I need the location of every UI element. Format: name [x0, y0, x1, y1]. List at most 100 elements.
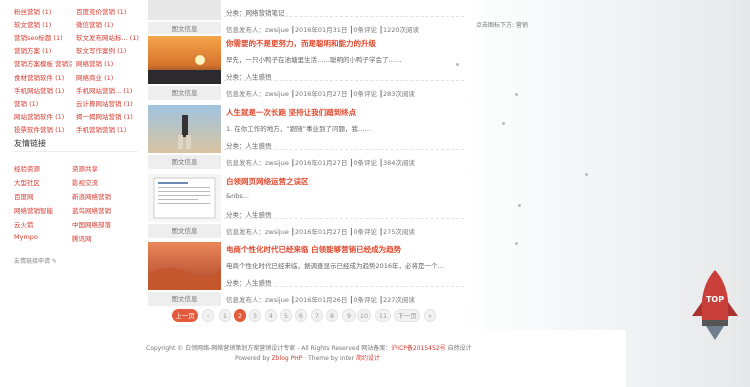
friend-link[interactable]: 云火箭 [14, 219, 34, 229]
tag-link[interactable]: 粉丝营销 (1) [14, 6, 72, 16]
friend-link[interactable]: 资源共享 [72, 163, 98, 173]
sidebar-note: 点击图标下方: 营销 [476, 22, 528, 29]
post-thumbnail[interactable] [148, 174, 221, 222]
tag-link[interactable]: 营销 (1) [14, 98, 72, 108]
tag-link[interactable]: 网站营销软件 (1) [14, 111, 72, 121]
apply-link[interactable]: 友情链接申请 ✎ [14, 256, 57, 265]
divider [14, 151, 138, 152]
post-title[interactable]: 电商个性化时代已经来临 白领能够营销已经成为趋势 [226, 244, 401, 255]
tag-link[interactable]: 网络商业 (1) [76, 72, 144, 82]
tag-link[interactable]: 营销seo标题 (1) [14, 32, 72, 42]
footer-tail: 自然设计 [445, 345, 472, 352]
tag-row: 营销seo标题 (1) 软文发布网站标... (1) [14, 32, 144, 44]
post-title[interactable]: 人生就是一次长跑 坚持让我们踏到终点 [226, 107, 356, 118]
rocket-icon: TOP [692, 270, 738, 340]
tag-link[interactable]: 云计算网站营销 (1) [76, 98, 144, 108]
tag-link[interactable]: 软文营销 (1) [14, 19, 72, 29]
tag-link[interactable]: 手机营销营销 (1) [76, 124, 144, 134]
tag-row: 软文营销 (1) 微信营销 (1) [14, 19, 144, 31]
friend-link[interactable]: 大型社区 [14, 177, 40, 187]
thumbnail-caption: 图文信息 [148, 224, 221, 238]
footer-copyright: Copyright © 白领网络-网络营销策划方案营销设计专家 - All Ri… [146, 343, 472, 352]
post-card: 图文信息 白领网页网络运营之误区 &nbs... 分类：人生感悟 信息发布人：zwsij… [146, 172, 469, 240]
links-title: 友情链接 [14, 139, 46, 148]
post-category: 分类：人生感悟 [226, 279, 272, 287]
icp-link[interactable]: 沪ICP备2015452号 [391, 345, 445, 352]
friend-link[interactable]: 腾讯网 [72, 233, 92, 243]
page-link[interactable]: 10 [357, 309, 371, 322]
post-thumbnail[interactable] [148, 0, 221, 20]
post-thumbnail[interactable] [148, 105, 221, 153]
tag-link[interactable]: 百度竞价营销 (1) [76, 6, 144, 16]
friend-link[interactable]: 新浪网络营销 [72, 191, 111, 201]
prev-page-button[interactable]: 上一页 [172, 309, 198, 322]
post-meta: 信息发布人：zwsijue ┃2016年01月26日 ┃0条评论 ┃227次阅读 [226, 296, 415, 304]
friend-link[interactable]: 经验资源 [14, 163, 40, 173]
post-meta: 信息发布人：zwsijue ┃2016年01月27日 ┃0条评论 ┃275次阅读 [226, 228, 415, 236]
tag-row: 食材营销软件 (1) 网络商业 (1) [14, 72, 144, 84]
page-link[interactable]: 1 [219, 309, 231, 322]
footer-powered: Powered by Zblog PHP · Theme by Inter 简约… [146, 353, 469, 362]
tag-link[interactable]: 揭一揭网站营销 (1) [76, 111, 144, 121]
tag-row: 营销 (1) 云计算网站营销 (1) [14, 98, 144, 110]
friend-link[interactable]: 蓝鸟网络营销 [72, 205, 111, 215]
friend-link[interactable]: Mympo [14, 233, 38, 241]
post-card: 图文信息 人生就是一次长跑 坚持让我们踏到终点 1. 在你工作的地方，“跟随”事业到… [146, 103, 469, 171]
page-link[interactable]: 2 [234, 309, 246, 322]
link-row: 百度网 新浪网络营销 [14, 191, 144, 203]
page-link[interactable]: 3 [249, 309, 261, 322]
link-row: 云火箭 中国网络部落 [14, 219, 144, 231]
decor-dot [518, 204, 521, 207]
tag-link[interactable]: 手机网站营销... (1) [76, 85, 144, 95]
link-row: 大型社区 影视交流 [14, 177, 144, 189]
next-page-button[interactable]: 下一页 [394, 309, 420, 322]
tag-link[interactable]: 软文写作案例 (1) [76, 45, 144, 55]
top-label: TOP [706, 295, 724, 304]
tag-link[interactable]: 软文发布网站标... (1) [76, 32, 144, 42]
tag-link[interactable]: 网络营销 (1) [76, 58, 144, 68]
friend-link[interactable]: 网络营销智能 [14, 205, 53, 215]
thumbnail-caption: 图文信息 [148, 86, 221, 100]
friend-link[interactable]: 中国网络部落 [72, 219, 111, 229]
page-link[interactable]: 7 [311, 309, 323, 322]
page-link[interactable]: 8 [326, 309, 338, 322]
thumbnail-caption: 图文信息 [148, 155, 221, 169]
link-row: 经验资源 资源共享 [14, 163, 144, 175]
post-card: 图文信息 分类：网络营销笔记 信息发布人：zwsijue ┃2016年01月31日 … [146, 0, 469, 38]
page-link[interactable]: 5 [280, 309, 292, 322]
post-title[interactable]: 你需要的不是更努力，而是聪明和能力的升级 [226, 38, 376, 49]
post-card: 图文信息 电商个性化时代已经来临 白领能够营销已经成为趋势 电商个性化时代已经来临，… [146, 240, 469, 308]
page-link[interactable]: 4 [265, 309, 277, 322]
tag-row: 营销方案模板 营销活... (1) 网络营销 (1) [14, 58, 144, 70]
powered-link[interactable]: Zblog PHP [272, 355, 303, 362]
page-link[interactable]: » [424, 309, 436, 322]
post-excerpt: &nbs... [226, 192, 249, 200]
post-excerpt: 电商个性化时代已经来临，据调查显示已经成为趋势2016年，必将是一个... [226, 262, 444, 270]
post-thumbnail[interactable] [148, 36, 221, 84]
back-to-top-button[interactable]: TOP [690, 268, 740, 348]
post-category: 分类：人生感悟 [226, 73, 272, 81]
post-meta: 信息发布人：zwsijue ┃2016年01月27日 ┃0条评论 ┃283次阅读 [226, 90, 415, 98]
tag-link[interactable]: 营销方案模板 营销活... (1) [14, 58, 72, 68]
page-link[interactable]: 9 [342, 309, 356, 322]
tag-row: 手机网站营销 (1) 手机网站营销... (1) [14, 85, 144, 97]
page-link[interactable]: 11 [375, 309, 391, 322]
tag-link[interactable]: 营销方案 (1) [14, 45, 72, 55]
footer: Copyright © 白领网络-网络营销策划方案营销设计专家 - All Ri… [146, 330, 626, 387]
copyright-text: Copyright © 白领网络-网络营销策划方案营销设计专家 - All Ri… [146, 345, 392, 352]
tag-link[interactable]: 投票软件营销 (1) [14, 124, 72, 134]
post-card: 图文信息 你需要的不是更努力，而是聪明和能力的升级 早先，一只小鸭子在池塘里生活……… [146, 34, 469, 102]
post-excerpt: 1. 在你工作的地方，“跟随”事业到了问题，我…… [226, 125, 372, 133]
tag-link[interactable]: 微信营销 (1) [76, 19, 144, 29]
tag-link[interactable]: 食材营销软件 (1) [14, 72, 72, 82]
tag-link[interactable]: 手机网站营销 (1) [14, 85, 72, 95]
page-link[interactable]: 6 [295, 309, 307, 322]
theme-link[interactable]: 简约设计 [356, 355, 380, 362]
friend-link[interactable]: 影视交流 [72, 177, 98, 187]
page-link[interactable]: ‹ [202, 309, 214, 322]
friend-link[interactable]: 百度网 [14, 191, 34, 201]
left-sidebar: 粉丝营销 (1) 百度竞价营销 (1) 软文营销 (1) 微信营销 (1) 营销seo标… [8, 0, 143, 387]
post-title[interactable]: 白领网页网络运营之误区 [226, 176, 309, 187]
post-thumbnail[interactable] [148, 242, 221, 290]
decor-dot [456, 63, 459, 66]
